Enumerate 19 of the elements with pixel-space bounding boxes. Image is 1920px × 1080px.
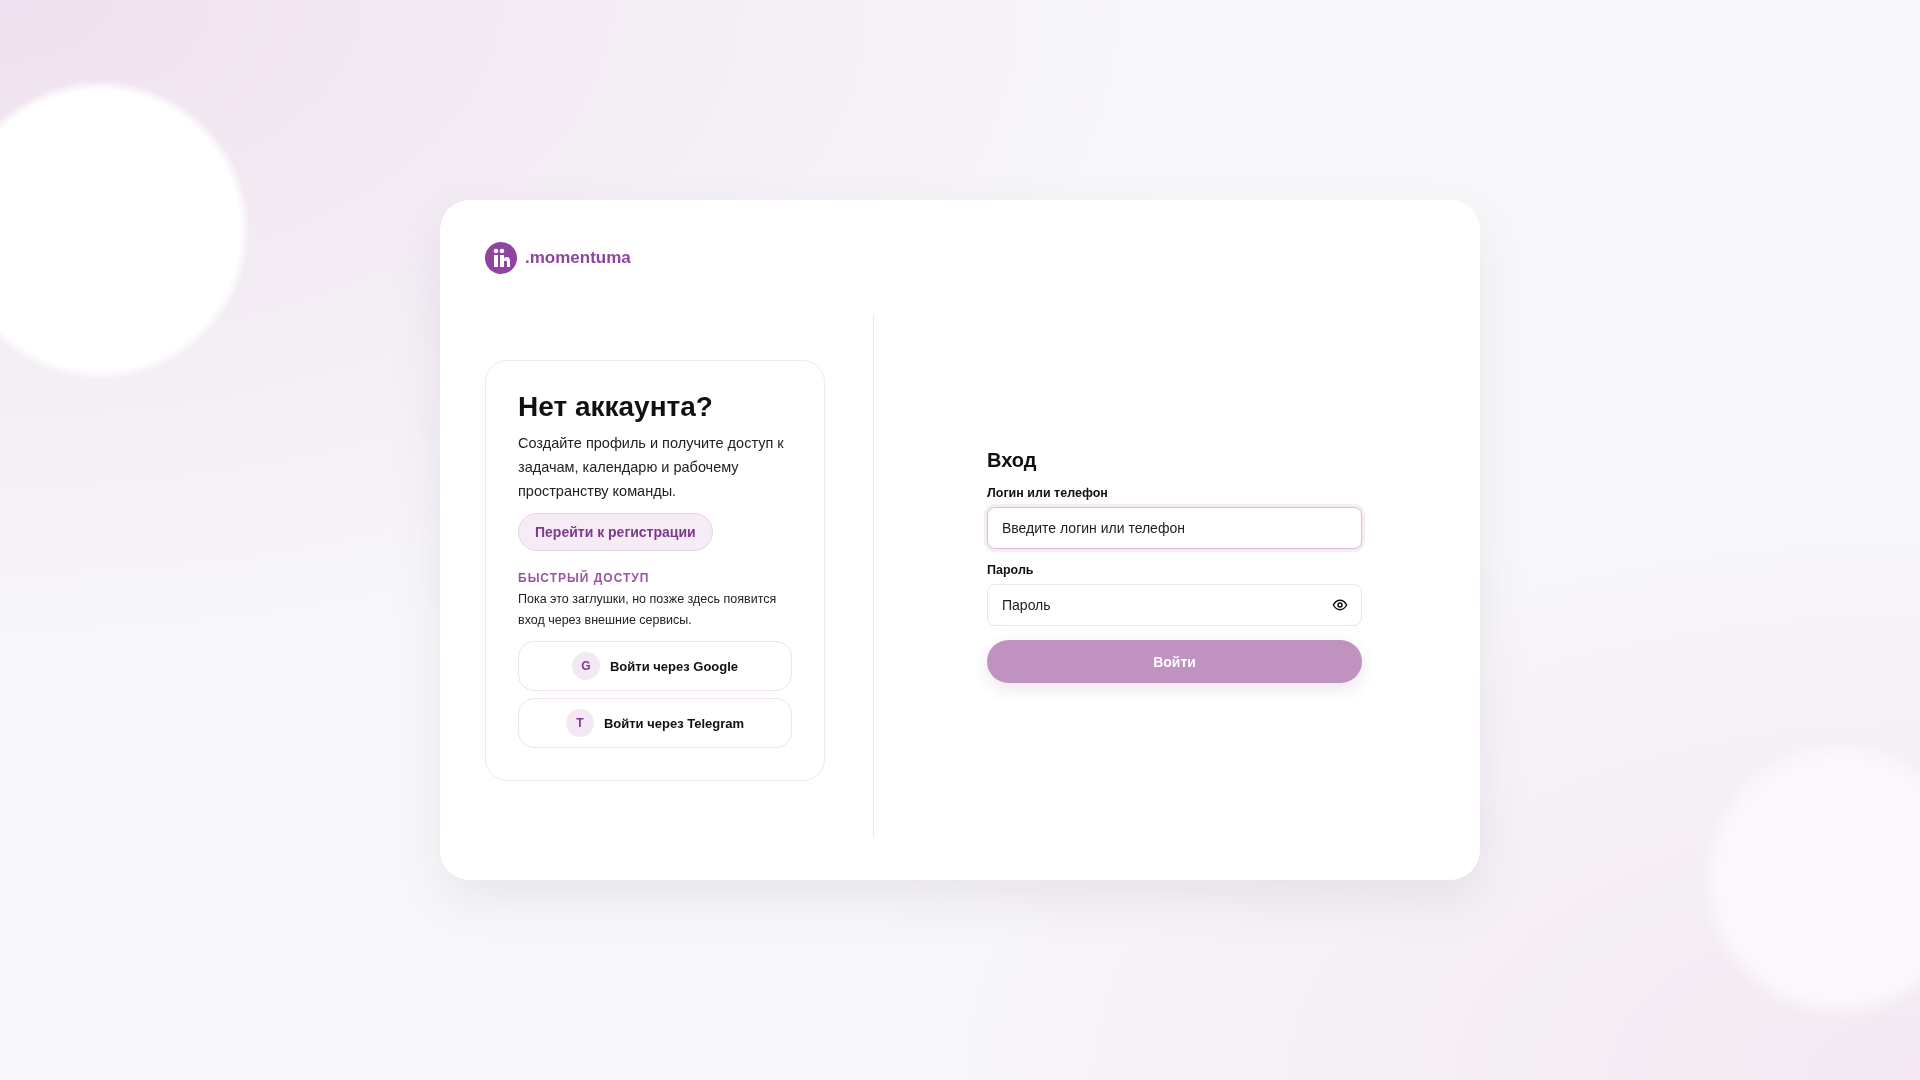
signup-title: Нет аккаунта? (518, 391, 714, 423)
signup-text: Создайте профиль и получите доступ к задачам, календарю и рабочему пространству команды. (518, 434, 785, 501)
login-field[interactable]: Введите логин или телефон (987, 507, 1362, 549)
field-label: Логин или телефон (987, 486, 1109, 500)
quick-access-heading: БЫСТРЫЙ ДОСТУП (518, 571, 651, 585)
provider-label: Войти через Telegram (603, 715, 745, 731)
logo-icon (485, 242, 517, 274)
quick-access-text: Пока это заглушки, но позже здесь появится вход через внешние сервисы. (518, 591, 778, 629)
provider-letter-icon: T (565, 709, 594, 737)
provider-login-button[interactable]: T Войти через Telegram (518, 698, 792, 748)
provider-login-button[interactable]: G Войти через Google (518, 641, 792, 691)
password-field[interactable]: Пароль (987, 584, 1362, 626)
provider-label: Войти через Google (609, 658, 739, 674)
field-label: Пароль (987, 563, 1035, 577)
provider-letter-icon: G (571, 652, 600, 680)
eye-icon[interactable] (1332, 597, 1348, 613)
login-title: Вход (987, 449, 1038, 472)
brand-name: .momentuma (525, 248, 631, 268)
register-button[interactable]: Перейти к регистрации (518, 513, 713, 551)
